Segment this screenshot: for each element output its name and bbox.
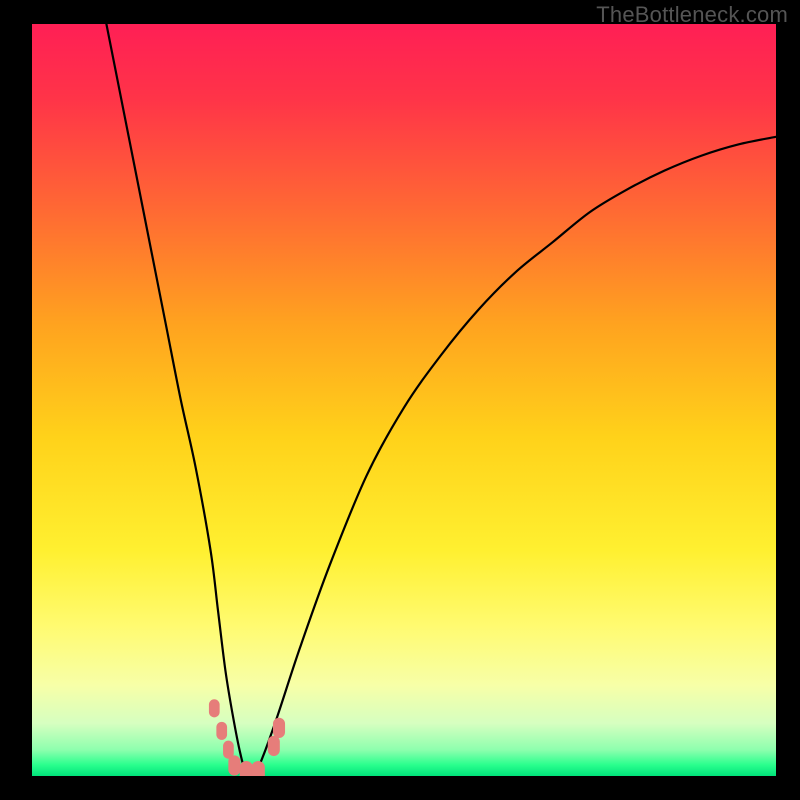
curve-marker [240,761,253,776]
curve-marker [209,699,220,717]
curve-marker [216,722,227,740]
gradient-background [32,24,776,776]
curve-marker [273,718,285,738]
chart-frame: { "watermark": "TheBottleneck.com", "col… [0,0,800,800]
curve-marker [228,755,240,775]
chart-svg [32,24,776,776]
watermark-text: TheBottleneck.com [596,2,788,28]
curve-marker [251,761,264,776]
curve-marker [268,736,280,756]
plot-area [32,24,776,776]
